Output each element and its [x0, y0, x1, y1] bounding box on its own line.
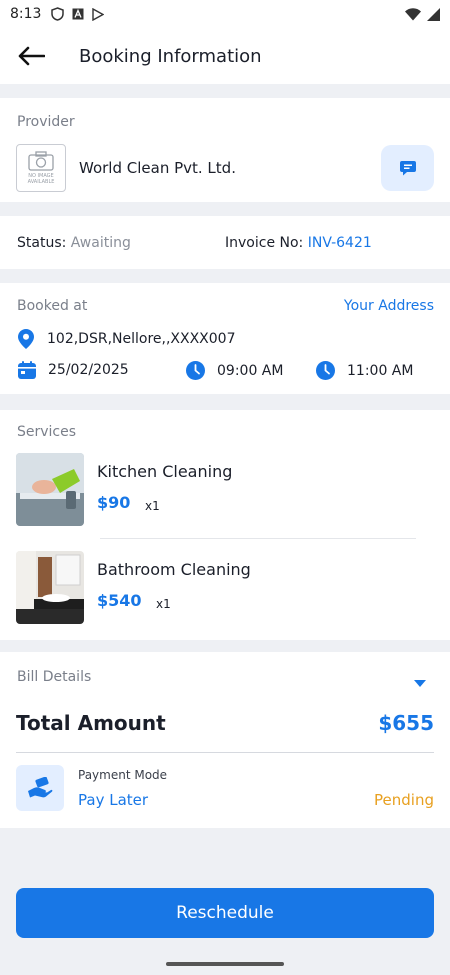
kitchen-cleaning-image [16, 453, 84, 526]
provider-card: Provider NO IMAGE AVAILABLE World Clean … [0, 98, 450, 202]
service-quantity: x1 [156, 597, 171, 611]
payment-mode-icon-box [16, 765, 64, 811]
page-title: Booking Information [79, 45, 262, 67]
service-price: $90 [97, 493, 131, 512]
date-row: 25/02/2025 [18, 361, 129, 379]
invoice-label: Invoice No: [225, 235, 304, 251]
clock-icon [186, 361, 205, 380]
booking-date: 25/02/2025 [48, 362, 129, 378]
caret-down-icon [414, 680, 426, 687]
bill-divider [16, 752, 434, 753]
booked-at-label: Booked at [17, 298, 88, 314]
status-label: Status: [17, 235, 67, 251]
status-value: Awaiting [70, 235, 131, 251]
service-price: $540 [97, 591, 142, 610]
booking-card: Booked at Your Address 102,DSR,Nellore,,… [0, 283, 450, 394]
payment-mode-value: Pay Later [78, 791, 149, 809]
arrow-left-icon [18, 46, 45, 66]
reschedule-button[interactable]: Reschedule [16, 888, 434, 938]
clock-icon [316, 361, 335, 380]
invoice-text: Invoice No: INV-6421 [225, 235, 372, 251]
booking-start-time: 09:00 AM [217, 362, 284, 379]
signal-icon [427, 7, 440, 21]
bathroom-cleaning-image [16, 551, 84, 624]
status-time: 8:13 [10, 6, 42, 22]
service-name: Kitchen Cleaning [97, 462, 233, 481]
home-indicator[interactable] [166, 962, 284, 966]
service-divider [100, 538, 416, 539]
total-amount-value: $655 [378, 711, 434, 735]
payment-status: Pending [374, 791, 434, 809]
your-address-link[interactable]: Your Address [344, 298, 434, 314]
bill-details-label: Bill Details [17, 669, 92, 685]
provider-image-placeholder: NO IMAGE AVAILABLE [16, 144, 66, 192]
end-time-row: 11:00 AM [316, 361, 413, 380]
services-card: Services Kitchen Cleaning $90 x1 Bathroo… [0, 410, 450, 640]
bill-details-card: Bill Details Total Amount $655 Payment M… [0, 652, 450, 828]
service-name: Bathroom Cleaning [97, 560, 251, 579]
chat-icon [399, 161, 416, 176]
payment-mode-label: Payment Mode [78, 768, 168, 782]
service-quantity: x1 [145, 499, 160, 513]
invoice-number[interactable]: INV-6421 [308, 235, 372, 251]
chat-button[interactable] [381, 145, 434, 191]
start-time-row: 09:00 AM [186, 361, 283, 380]
bill-details-toggle[interactable] [414, 673, 426, 692]
app-bar: Booking Information [0, 28, 450, 84]
address-text: 102,DSR,Nellore,,XXXX007 [47, 331, 236, 347]
shield-icon [51, 7, 65, 21]
service-item[interactable]: Bathroom Cleaning $540 x1 [16, 551, 416, 624]
camera-icon [28, 151, 54, 171]
location-pin-icon [18, 329, 34, 349]
wifi-icon [405, 7, 421, 20]
back-button[interactable] [16, 41, 46, 71]
play-store-icon [92, 7, 105, 21]
total-amount-label: Total Amount [16, 711, 166, 735]
payment-hand-icon [28, 777, 53, 798]
calendar-icon [18, 361, 36, 379]
provider-label: Provider [17, 114, 75, 130]
address-row: 102,DSR,Nellore,,XXXX007 [18, 329, 236, 349]
services-label: Services [17, 424, 77, 440]
status-bar: 8:13 [0, 0, 450, 28]
a-app-icon [72, 8, 84, 20]
status-text: Status: Awaiting [17, 235, 131, 251]
booking-end-time: 11:00 AM [347, 362, 414, 379]
service-item[interactable]: Kitchen Cleaning $90 x1 [16, 453, 416, 526]
status-card: Status: Awaiting Invoice No: INV-6421 [0, 216, 450, 269]
provider-name: World Clean Pvt. Ltd. [79, 159, 236, 177]
no-image-text: NO IMAGE AVAILABLE [27, 173, 55, 185]
